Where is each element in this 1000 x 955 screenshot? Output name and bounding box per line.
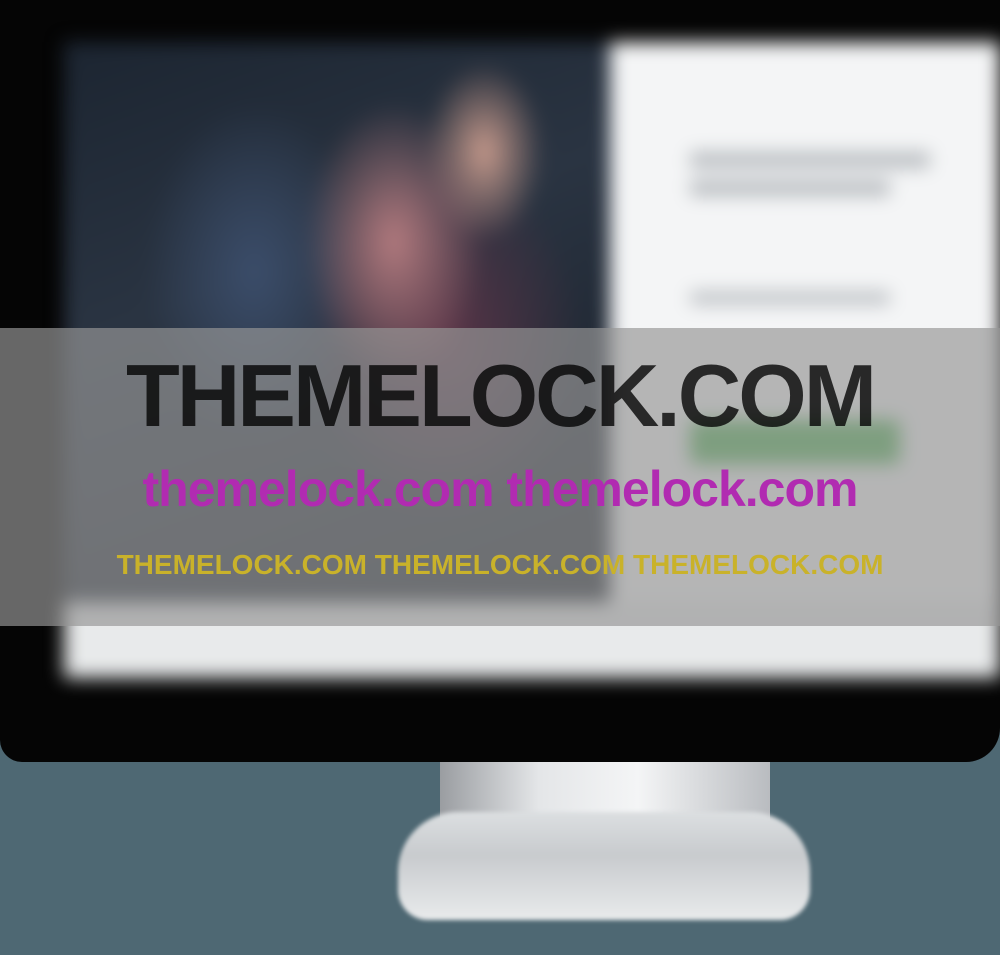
blurred-heading-line [690, 180, 890, 196]
mockup-stage: THEMELOCK.COM themelock.com themelock.co… [0, 0, 1000, 955]
monitor-stand-base [398, 812, 810, 920]
blurred-text-line [690, 292, 890, 304]
watermark-text-medium: themelock.com themelock.com [142, 461, 859, 517]
watermark-text-small: THEMELOCK.COM THEMELOCK.COM THEMELOCK.CO… [116, 549, 884, 580]
blurred-heading-line [690, 152, 930, 168]
watermark-text-large: THEMELOCK.COM [125, 346, 877, 445]
